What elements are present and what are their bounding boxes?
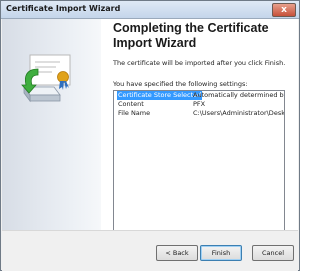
- title-bar[interactable]: Certificate Import Wizard x: [1, 1, 299, 19]
- settings-label: You have specified the following setting…: [113, 80, 248, 88]
- button-bar: < Back Finish Cancel: [2, 230, 298, 271]
- wizard-side-panel: [2, 19, 101, 230]
- window-title: Certificate Import Wizard: [6, 4, 121, 13]
- setting-name: Content: [118, 100, 144, 108]
- finish-info-text: The certificate will be imported after y…: [113, 59, 286, 67]
- back-button[interactable]: < Back: [156, 245, 198, 261]
- settings-row[interactable]: Certificate Store Selected Automatically…: [114, 91, 284, 100]
- settings-row[interactable]: Content PFX: [114, 100, 284, 109]
- settings-row[interactable]: File Name C:\Users\Administrator\Deskto: [114, 109, 284, 118]
- setting-value: PFX: [193, 100, 206, 108]
- wizard-main: Completing the Certificate Import Wizard…: [113, 19, 296, 232]
- certificate-import-wizard-window: Certificate Import Wizard x Completing t…: [0, 0, 300, 271]
- close-button[interactable]: x: [272, 3, 296, 17]
- setting-value: C:\Users\Administrator\Deskto: [193, 109, 284, 117]
- finish-button[interactable]: Finish: [200, 245, 242, 261]
- certificate-install-icon: [21, 54, 71, 103]
- page-title: Completing the Certificate Import Wizard: [113, 21, 269, 50]
- setting-name: Certificate Store Selected: [117, 91, 203, 100]
- close-icon: x: [281, 5, 287, 15]
- cancel-button[interactable]: Cancel: [252, 245, 294, 261]
- setting-value: Automatically determined by t: [193, 91, 284, 99]
- settings-list[interactable]: Certificate Store Selected Automatically…: [113, 90, 285, 232]
- wizard-content: Completing the Certificate Import Wizard…: [2, 19, 298, 232]
- setting-name: File Name: [118, 109, 151, 117]
